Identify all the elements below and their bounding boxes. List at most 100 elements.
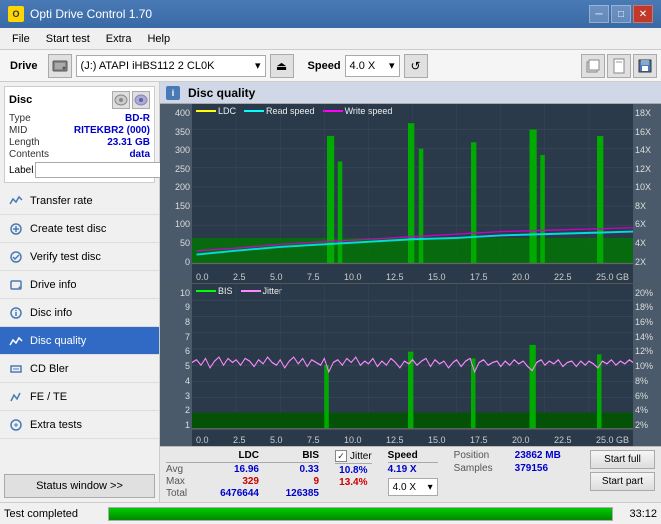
nav-transfer-rate[interactable]: Transfer rate (0, 187, 159, 215)
disc-type-value: BD-R (125, 113, 150, 124)
stats-total-label: Total (166, 488, 194, 499)
status-text: Test completed (4, 508, 104, 520)
chart2-wrapper: 10 9 8 7 6 5 4 3 2 1 BIS (160, 284, 661, 446)
start-full-button[interactable]: Start full (590, 450, 655, 469)
chart1-main: LDC Read speed Write speed (192, 104, 633, 283)
refresh-button[interactable]: ↺ (404, 54, 428, 78)
stats-max-jitter: 13.4% (335, 477, 372, 488)
chart2-x-axis: 0.0 2.5 5.0 7.5 10.0 12.5 15.0 17.5 20.0… (192, 430, 633, 446)
jitter-label: Jitter (350, 451, 372, 462)
position-label: Position (454, 450, 509, 461)
stats-avg-row: Avg 16.96 0.33 (166, 464, 319, 475)
nav-extra-tests[interactable]: Extra tests (0, 411, 159, 439)
nav-items: Transfer rate Create test disc Verify te… (0, 187, 159, 470)
disc-mid-value: RITEKBR2 (000) (74, 125, 150, 136)
nav-verify-test[interactable]: Verify test disc (0, 243, 159, 271)
main-layout: Disc Type BD-R MID RITEKBR2 (000) (0, 82, 661, 502)
speed-combo[interactable]: 4.0 X ▾ (345, 55, 400, 77)
chart1-svg (192, 104, 633, 283)
stats-ldc-bis: LDC BIS Avg 16.96 0.33 Max 329 9 Total 6… (166, 450, 319, 499)
menu-start-test[interactable]: Start test (38, 28, 98, 49)
eject-button[interactable]: ⏏ (270, 54, 294, 78)
menu-file[interactable]: File (4, 28, 38, 49)
disc-icon-2[interactable] (132, 91, 150, 109)
speed-combo-value: 4.0 X (393, 482, 416, 493)
speed-header-label: Speed (388, 450, 418, 461)
toolbar: Drive (J:) ATAPI iHBS112 2 CL0K ▾ ⏏ Spee… (0, 50, 661, 82)
stats-max-bis: 9 (279, 476, 319, 487)
maximize-button[interactable]: □ (611, 5, 631, 23)
speed-stat-combo[interactable]: 4.0 X ▾ (388, 478, 438, 496)
position-value: 23862 MB (515, 450, 561, 461)
disc-info-icon (8, 305, 24, 321)
samples-label: Samples (454, 463, 509, 474)
drive-icon-btn[interactable] (48, 54, 72, 78)
nav-extra-tests-label: Extra tests (30, 419, 82, 431)
stats-avg-ldc: 16.96 (214, 464, 259, 475)
chart2-y-left: 10 9 8 7 6 5 4 3 2 1 (160, 284, 192, 446)
speed-value: 4.0 X (350, 60, 376, 72)
samples-row: Samples 379156 (454, 463, 561, 474)
nav-create-test[interactable]: Create test disc (0, 215, 159, 243)
disc-type-label: Type (9, 113, 31, 124)
start-part-button[interactable]: Start part (590, 472, 655, 491)
stats-speed-col: Speed 4.19 X 4.0 X ▾ (388, 450, 438, 496)
nav-fe-te[interactable]: FE / TE (0, 383, 159, 411)
statusbar: Test completed 33:12 (0, 502, 661, 524)
disc-type-row: Type BD-R (9, 113, 150, 124)
disc-icon-1[interactable] (112, 91, 130, 109)
stats-avg-jitter: 10.8% (335, 465, 372, 476)
verify-test-icon (8, 249, 24, 265)
chart1-x-axis: 0.0 2.5 5.0 7.5 10.0 12.5 15.0 17.5 20.0… (192, 267, 633, 283)
speed-label: Speed (308, 60, 341, 72)
disc-label-row: Label (9, 162, 150, 178)
stats-bis-header: BIS (279, 450, 319, 461)
nav-cd-bler[interactable]: CD Bler (0, 355, 159, 383)
nav-disc-info[interactable]: Disc info (0, 299, 159, 327)
save-button[interactable] (633, 54, 657, 78)
window-title: Opti Drive Control 1.70 (30, 7, 589, 21)
nav-drive-info[interactable]: Drive info (0, 271, 159, 299)
chart-header: i Disc quality (160, 82, 661, 104)
nav-disc-info-label: Disc info (30, 307, 72, 319)
status-window-btn[interactable]: Status window >> (4, 474, 155, 498)
cd-bler-icon (8, 361, 24, 377)
chart-header-title: Disc quality (188, 86, 255, 100)
chart2-svg (192, 284, 633, 446)
nav-verify-test-label: Verify test disc (30, 251, 101, 263)
stats-jitter-col: ✓ Jitter 10.8% 13.4% (335, 450, 372, 488)
disc-length-value: 23.31 GB (107, 137, 150, 148)
progress-bar-fill (109, 508, 612, 520)
disc-length-row: Length 23.31 GB (9, 137, 150, 148)
minimize-button[interactable]: ─ (589, 5, 609, 23)
stats-total-ldc: 6476644 (214, 488, 259, 499)
disc-panel: Disc Type BD-R MID RITEKBR2 (000) (4, 86, 155, 183)
charts-area: 400 350 300 250 200 150 100 50 0 LDC (160, 104, 661, 446)
position-row: Position 23862 MB (454, 450, 561, 461)
stats-ldc-header: LDC (214, 450, 259, 461)
jitter-header: ✓ Jitter (335, 450, 372, 464)
menu-extra[interactable]: Extra (98, 28, 140, 49)
copy-button[interactable] (581, 54, 605, 78)
drive-combo[interactable]: (J:) ATAPI iHBS112 2 CL0K ▾ (76, 55, 266, 77)
nav-fe-te-label: FE / TE (30, 391, 67, 403)
menu-help[interactable]: Help (139, 28, 178, 49)
close-button[interactable]: ✕ (633, 5, 653, 23)
jitter-checkbox[interactable]: ✓ (335, 450, 347, 462)
drive-info-icon (8, 277, 24, 293)
stats-avg-label: Avg (166, 464, 194, 475)
disc-mid-label: MID (9, 125, 27, 136)
speed-header: Speed (388, 450, 438, 463)
disc-quality-icon (8, 333, 24, 349)
window-controls: ─ □ ✕ (589, 5, 653, 23)
nav-disc-quality-label: Disc quality (30, 335, 86, 347)
speed-value-stat: 4.19 X (388, 464, 438, 475)
disc-label-text: Label (9, 165, 33, 176)
paste-button[interactable] (607, 54, 631, 78)
chart1-y-left: 400 350 300 250 200 150 100 50 0 (160, 104, 192, 283)
nav-disc-quality[interactable]: Disc quality (0, 327, 159, 355)
status-time: 33:12 (617, 508, 657, 520)
sidebar: Disc Type BD-R MID RITEKBR2 (000) (0, 82, 160, 502)
disc-label-input[interactable] (35, 162, 173, 178)
fe-te-icon (8, 389, 24, 405)
